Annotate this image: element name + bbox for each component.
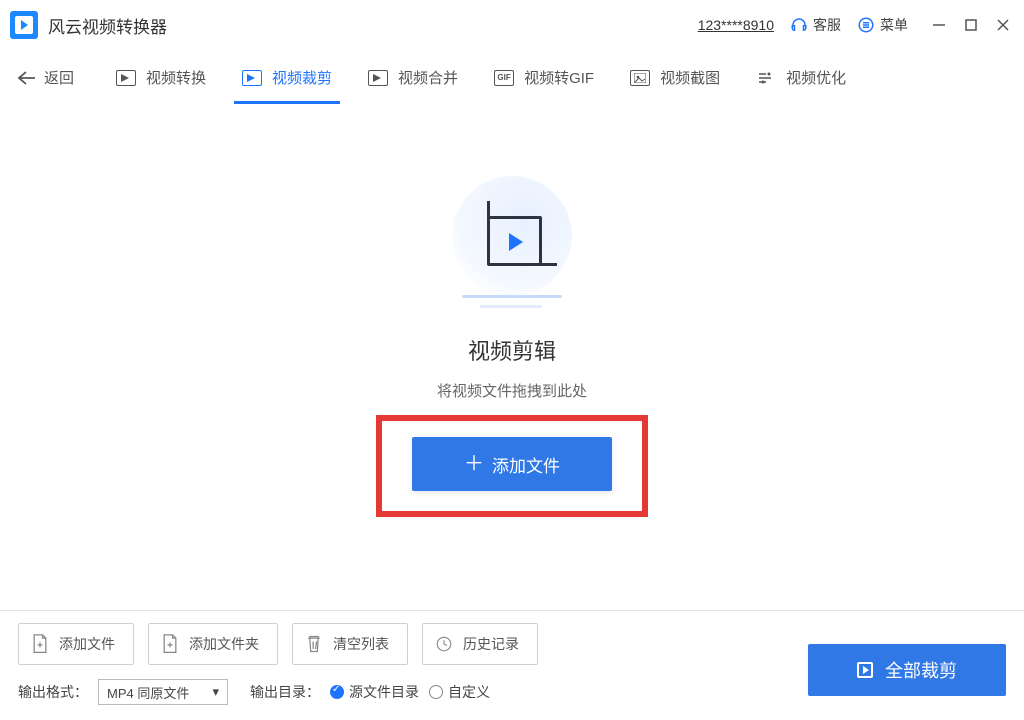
- empty-subtitle: 将视频文件拖拽到此处: [437, 380, 587, 401]
- plus-icon: ＋: [464, 454, 484, 474]
- folder-plus-icon: [161, 634, 179, 654]
- play-box-icon: [857, 662, 873, 678]
- tab-label: 视频合并: [398, 67, 458, 88]
- radio-checked-icon: [330, 685, 344, 699]
- clear-list-label: 清空列表: [333, 634, 389, 654]
- tab-snapshot[interactable]: 视频截图: [626, 53, 724, 102]
- back-button[interactable]: 返回: [10, 67, 82, 88]
- bottom-bar: 添加文件 添加文件夹 清空列表 历史记录 输出格式： MP4 同原文件 ▾ 输出…: [0, 610, 1024, 720]
- arrow-left-icon: [18, 71, 36, 85]
- history-button[interactable]: 历史记录: [422, 623, 538, 665]
- merge-icon: [368, 70, 388, 86]
- toolbar: 返回 视频转换 视频裁剪 视频合并 GIF 视频转GIF: [0, 50, 1024, 106]
- optimize-icon: [756, 70, 776, 86]
- output-dir-custom-label: 自定义: [448, 682, 490, 702]
- window-minimize-button[interactable]: [932, 18, 946, 32]
- run-all-button[interactable]: 全部裁剪: [808, 644, 1006, 696]
- app-title: 风云视频转换器: [48, 13, 167, 38]
- highlight-box: ＋ 添加文件: [376, 415, 648, 517]
- output-dir-source-radio[interactable]: 源文件目录: [330, 682, 419, 702]
- app-logo-icon: [10, 11, 38, 39]
- add-file-label: 添加文件: [59, 634, 115, 654]
- radio-unchecked-icon: [429, 685, 443, 699]
- clear-list-button[interactable]: 清空列表: [292, 623, 408, 665]
- add-file-main-label: 添加文件: [492, 452, 560, 477]
- snapshot-icon: [630, 70, 650, 86]
- tab-label: 视频裁剪: [272, 67, 332, 88]
- add-folder-label: 添加文件夹: [189, 634, 259, 654]
- tab-crop[interactable]: 视频裁剪: [238, 53, 336, 102]
- empty-illustration-icon: [432, 176, 592, 316]
- add-file-button[interactable]: 添加文件: [18, 623, 134, 665]
- file-plus-icon: [31, 634, 49, 654]
- user-id-link[interactable]: 123****8910: [698, 17, 774, 33]
- main-area: 视频剪辑 将视频文件拖拽到此处 ＋ 添加文件: [0, 106, 1024, 610]
- output-format-label: 输出格式：: [18, 682, 88, 702]
- menu-icon: [857, 16, 875, 34]
- menu-button[interactable]: 菜单: [857, 15, 908, 35]
- output-dir-source-label: 源文件目录: [349, 682, 419, 702]
- titlebar: 风云视频转换器 123****8910 客服 菜单: [0, 0, 1024, 50]
- tab-gif[interactable]: GIF 视频转GIF: [490, 53, 598, 102]
- add-file-main-button[interactable]: ＋ 添加文件: [412, 437, 612, 491]
- add-folder-button[interactable]: 添加文件夹: [148, 623, 278, 665]
- back-label: 返回: [44, 67, 74, 88]
- tab-convert[interactable]: 视频转换: [112, 53, 210, 102]
- window-close-button[interactable]: [996, 18, 1010, 32]
- output-dir-custom-radio[interactable]: 自定义: [429, 682, 490, 702]
- tab-label: 视频截图: [660, 67, 720, 88]
- trash-icon: [305, 634, 323, 654]
- gif-icon: GIF: [494, 70, 514, 86]
- output-format-select[interactable]: MP4 同原文件 ▾: [98, 679, 228, 705]
- crop-icon: [242, 70, 262, 86]
- headset-icon: [790, 16, 808, 34]
- output-format-value: MP4 同原文件: [107, 683, 189, 702]
- window-maximize-button[interactable]: [964, 18, 978, 32]
- run-all-label: 全部裁剪: [885, 657, 957, 683]
- chevron-down-icon: ▾: [212, 684, 219, 700]
- convert-icon: [116, 70, 136, 86]
- support-button[interactable]: 客服: [790, 15, 841, 35]
- clock-icon: [435, 634, 453, 654]
- tab-label: 视频转GIF: [524, 67, 594, 88]
- history-label: 历史记录: [463, 634, 519, 654]
- menu-label: 菜单: [880, 15, 908, 35]
- empty-title: 视频剪辑: [468, 334, 556, 366]
- output-dir-label: 输出目录：: [250, 682, 320, 702]
- support-label: 客服: [813, 15, 841, 35]
- tab-label: 视频优化: [786, 67, 846, 88]
- tab-optimize[interactable]: 视频优化: [752, 53, 850, 102]
- tab-merge[interactable]: 视频合并: [364, 53, 462, 102]
- tab-label: 视频转换: [146, 67, 206, 88]
- tabs: 视频转换 视频裁剪 视频合并 GIF 视频转GIF 视频截图: [112, 53, 850, 102]
